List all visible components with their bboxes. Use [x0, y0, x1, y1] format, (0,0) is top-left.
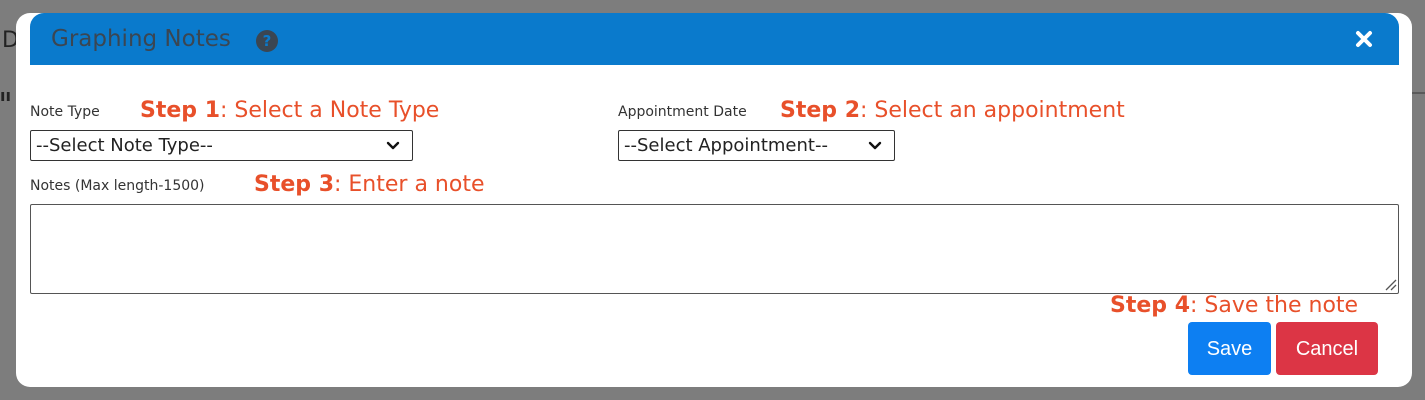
chevron-down-icon — [386, 141, 400, 150]
step-1-text: : Select a Note Type — [220, 98, 440, 123]
close-button[interactable] — [1350, 25, 1378, 53]
resize-handle-icon[interactable] — [1383, 277, 1397, 291]
notes-label: Notes (Max length-1500) — [30, 178, 205, 194]
step-2-instruction: Step 2: Select an appointment — [780, 98, 1125, 123]
appointment-date-label: Appointment Date — [618, 104, 747, 120]
graphing-notes-modal: Graphing Notes ? Note Type Step 1: Selec… — [16, 13, 1412, 387]
modal-title: Graphing Notes — [51, 26, 231, 52]
step-4-bold: Step 4 — [1110, 293, 1190, 318]
step-1-bold: Step 1 — [140, 98, 220, 123]
step-4-text: : Save the note — [1190, 293, 1359, 318]
step-3-instruction: Step 3: Enter a note — [254, 172, 485, 197]
notes-textarea[interactable] — [30, 204, 1399, 294]
note-type-select[interactable]: --Select Note Type-- — [30, 130, 413, 161]
save-button[interactable]: Save — [1188, 322, 1271, 375]
step-3-text: : Enter a note — [334, 172, 485, 197]
appointment-selected-value: --Select Appointment-- — [624, 135, 828, 156]
appointment-select[interactable]: --Select Appointment-- — [618, 130, 895, 161]
step-3-bold: Step 3 — [254, 172, 334, 197]
background-partial-mark: ıı — [0, 86, 11, 105]
step-1-instruction: Step 1: Select a Note Type — [140, 98, 439, 123]
note-type-selected-value: --Select Note Type-- — [36, 135, 213, 156]
modal-header: Graphing Notes ? — [30, 13, 1399, 65]
question-circle-icon[interactable]: ? — [256, 30, 278, 52]
step-2-bold: Step 2 — [780, 98, 860, 123]
chevron-down-icon — [868, 141, 882, 150]
cancel-button[interactable]: Cancel — [1276, 322, 1378, 375]
step-2-text: : Select an appointment — [860, 98, 1125, 123]
step-4-instruction: Step 4: Save the note — [1110, 293, 1358, 318]
note-type-label: Note Type — [30, 104, 100, 120]
close-icon — [1356, 31, 1372, 47]
